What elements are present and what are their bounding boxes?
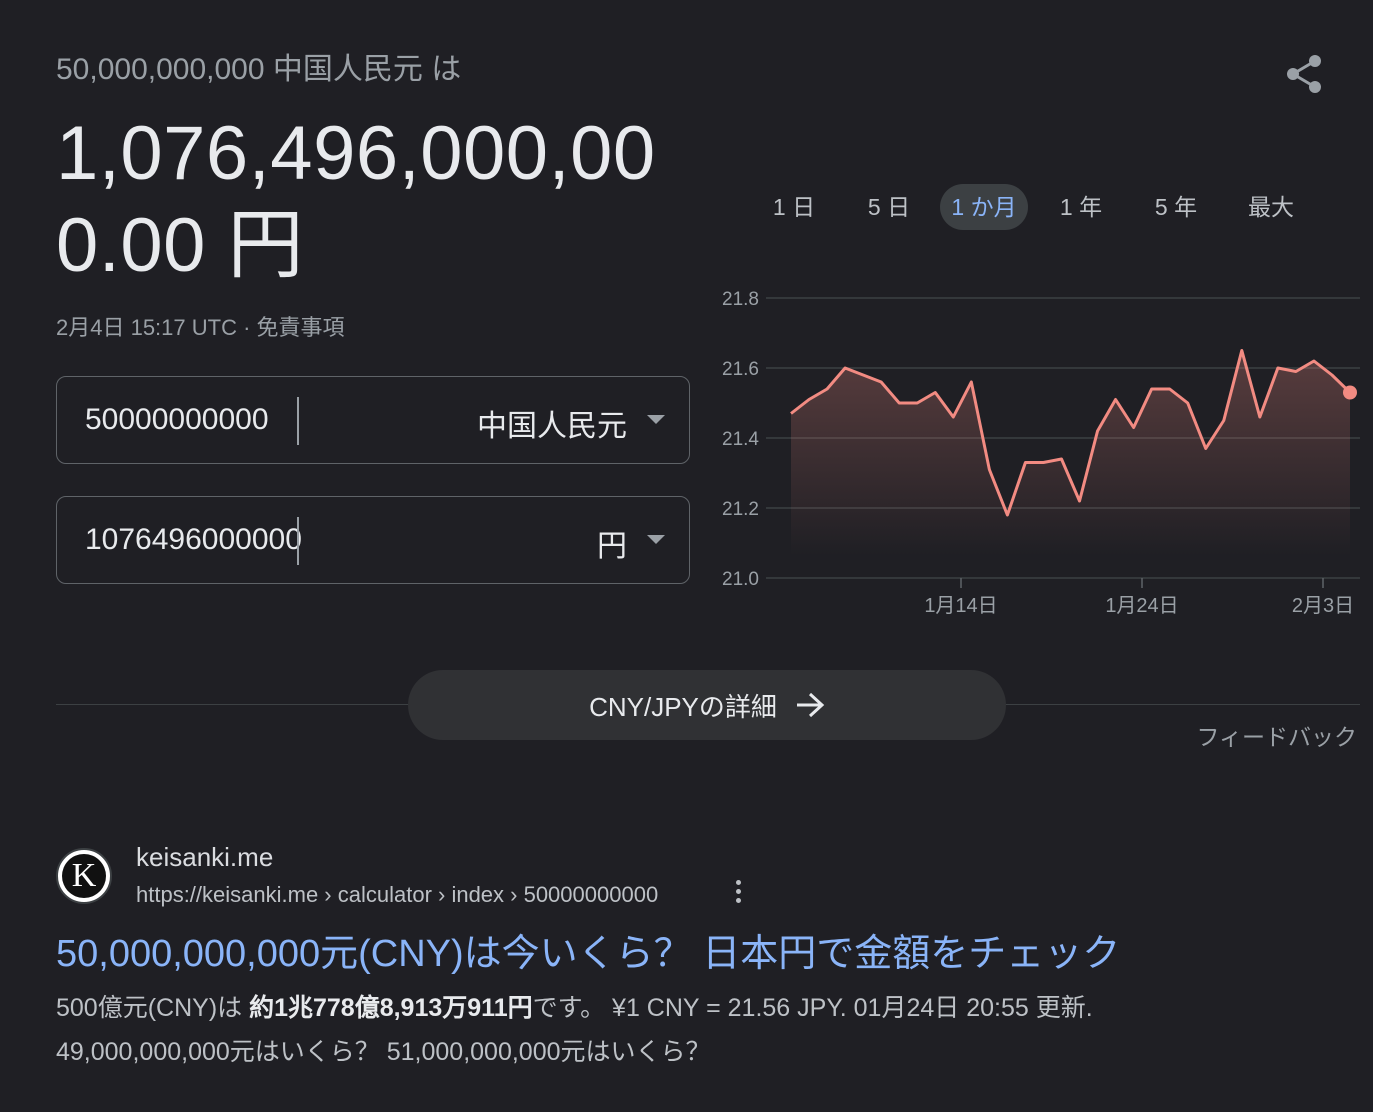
range-tab-4[interactable]: 5 年 xyxy=(1132,184,1220,230)
result-title-link[interactable]: 50,000,000,000元(CNY)は今いくら？ 日本円で金額をチェック xyxy=(56,922,1120,977)
range-tab-0[interactable]: 1 日 xyxy=(750,184,838,230)
range-tab-2[interactable]: 1 か月 xyxy=(940,184,1028,230)
site-name[interactable]: keisanki.me xyxy=(136,842,273,873)
exchange-rate-chart: 21.8 21.6 21.4 21.2 21.0 1月14日 1月24日 2月3日 xyxy=(722,289,1360,617)
text-cursor xyxy=(297,517,299,565)
conversion-result: 1,076,496,000,000.00 円 xyxy=(56,111,656,288)
to-currency-field[interactable]: 1076496000000 円 xyxy=(56,496,690,584)
range-tab-1[interactable]: 5 日 xyxy=(845,184,933,230)
x-tick-label: 1月24日 xyxy=(1105,595,1178,617)
arrow-right-icon xyxy=(796,692,825,718)
feedback-link[interactable]: フィードバック xyxy=(1196,718,1357,752)
y-tick-label: 21.6 xyxy=(722,359,759,380)
from-currency-field[interactable]: 50000000000 中国人民元 xyxy=(56,376,690,464)
timestamp-disclaimer: 2月4日 15:17 UTC · 免責事項 xyxy=(56,315,345,340)
y-tick-label: 21.0 xyxy=(722,569,759,590)
text-cursor xyxy=(297,397,299,445)
range-tab-5[interactable]: 最大 xyxy=(1227,184,1315,230)
y-tick-label: 21.4 xyxy=(722,429,759,450)
range-tab-3[interactable]: 1 年 xyxy=(1037,184,1125,230)
x-tick-label: 1月14日 xyxy=(924,595,997,617)
last-point-marker xyxy=(1343,385,1357,400)
chart-area xyxy=(791,350,1350,556)
chevron-down-icon[interactable] xyxy=(647,415,665,424)
more-options-icon[interactable] xyxy=(728,880,748,910)
snippet-prefix: 500億元(CNY)は xyxy=(56,994,250,1022)
x-tick-label: 2月3日 xyxy=(1292,595,1354,617)
query-text: 50,000,000,000 中国人民元 は xyxy=(56,53,462,86)
from-currency-select[interactable]: 中国人民元 xyxy=(477,401,627,445)
share-button[interactable] xyxy=(1282,52,1326,96)
to-amount-input[interactable]: 1076496000000 xyxy=(85,523,313,557)
snippet-bold: 約1兆778億8,913万911円 xyxy=(249,994,533,1022)
from-amount-input[interactable]: 50000000000 xyxy=(85,403,313,437)
result-snippet-line-1: 500億元(CNY)は 約1兆778億8,913万911円です。 ¥1 CNY … xyxy=(56,988,1093,1024)
y-tick-label: 21.2 xyxy=(722,499,759,520)
to-currency-select[interactable]: 円 xyxy=(597,521,627,565)
site-favicon[interactable]: K xyxy=(56,848,112,904)
snippet-suffix: です。 ¥1 CNY = 21.56 JPY. 01月24日 20:55 更新. xyxy=(532,994,1093,1022)
favicon-letter: K xyxy=(62,854,106,898)
details-button[interactable]: CNY/JPYの詳細 xyxy=(408,670,1006,740)
share-icon xyxy=(1287,55,1321,93)
result-breadcrumb[interactable]: https://keisanki.me › calculator › index… xyxy=(136,882,658,908)
y-tick-label: 21.8 xyxy=(722,289,759,310)
chevron-down-icon[interactable] xyxy=(647,535,665,544)
details-button-label: CNY/JPYの詳細 xyxy=(589,691,777,722)
result-snippet-line-2: 49,000,000,000元はいくら？ 51,000,000,000元はいくら… xyxy=(56,1038,711,1066)
